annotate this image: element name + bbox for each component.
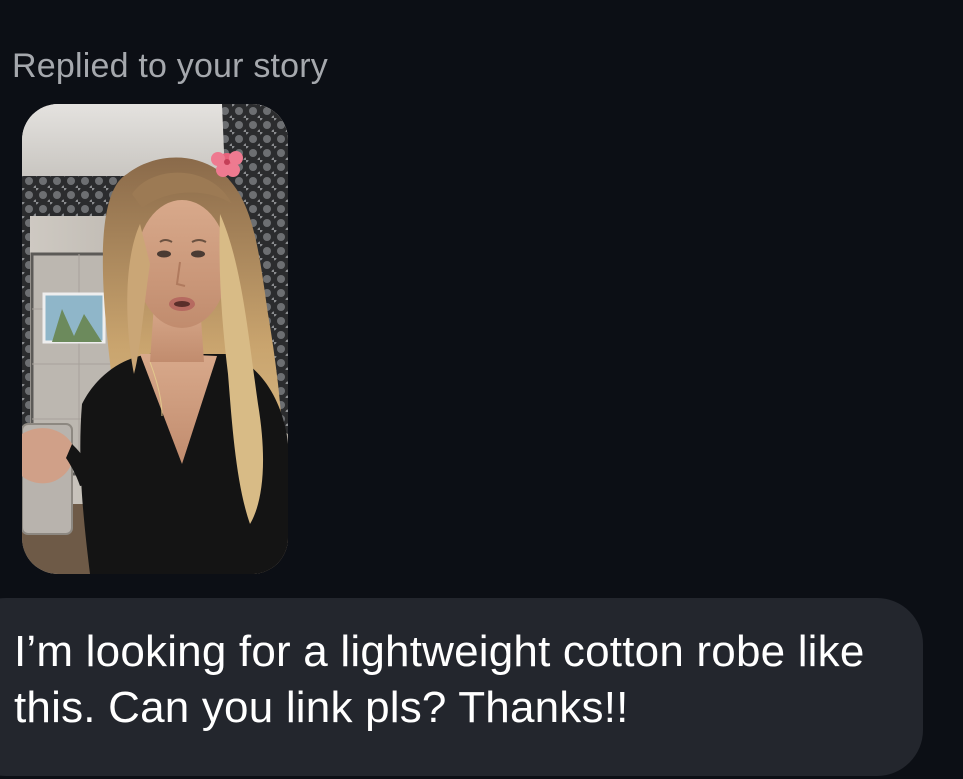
reply-context-label: Replied to your story xyxy=(12,47,329,85)
message-text: I’m looking for a lightweight cotton rob… xyxy=(14,627,865,732)
story-thumbnail-image xyxy=(22,104,288,574)
story-reply-thumbnail[interactable] xyxy=(22,104,288,574)
